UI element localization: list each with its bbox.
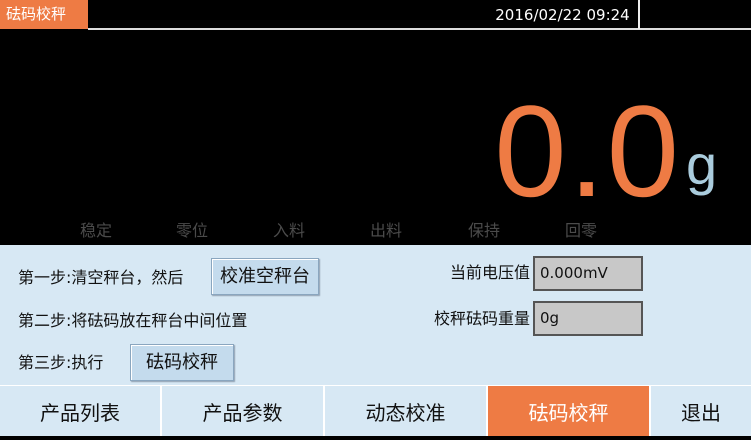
nav-product-params[interactable]: 产品参数	[162, 386, 323, 436]
datetime-display: 2016/02/22 09:24	[487, 0, 640, 29]
calibration-panel: 第一步:清空秤台，然后 校准空秤台 第二步:将砝码放在秤台中间位置 第三步:执行…	[0, 245, 751, 385]
voltage-label: 当前电压值	[449, 263, 530, 282]
step3-text: 第三步:执行	[18, 353, 104, 372]
indicator-hold: 保持	[468, 221, 501, 240]
indicator-stable: 稳定	[80, 221, 113, 240]
nav-exit[interactable]: 退出	[651, 386, 751, 436]
top-bar: 砝码校秤 2016/02/22 09:24	[0, 0, 751, 30]
indicator-feed-out: 出料	[370, 221, 403, 240]
step2-text: 第二步:将砝码放在秤台中间位置	[18, 311, 248, 330]
nav-weight-calibration[interactable]: 砝码校秤	[488, 386, 649, 436]
step1-text: 第一步:清空秤台，然后	[18, 268, 184, 287]
calibrate-empty-button[interactable]: 校准空秤台	[211, 258, 319, 295]
indicator-return-zero: 回零	[565, 221, 598, 240]
status-indicators: 稳定 零位 入料 出料 保持 回零	[0, 216, 751, 246]
weight-readout: 0.0	[494, 78, 681, 224]
nav-product-list[interactable]: 产品列表	[0, 386, 160, 436]
indicator-zero: 零位	[176, 221, 209, 240]
weight-unit: g	[686, 133, 718, 196]
voltage-field[interactable]: 0.000mV	[533, 256, 643, 291]
nav-dynamic-calibration[interactable]: 动态校准	[325, 386, 486, 436]
header-divider	[88, 28, 751, 30]
screen-title: 砝码校秤	[0, 0, 88, 29]
bottom-nav: 产品列表 产品参数 动态校准 砝码校秤 退出	[0, 385, 751, 436]
weight-calibrate-button[interactable]: 砝码校秤	[130, 344, 234, 381]
weight-field[interactable]: 0g	[533, 301, 643, 336]
indicator-feed-in: 入料	[273, 221, 306, 240]
weight-label: 校秤砝码重量	[433, 309, 530, 328]
